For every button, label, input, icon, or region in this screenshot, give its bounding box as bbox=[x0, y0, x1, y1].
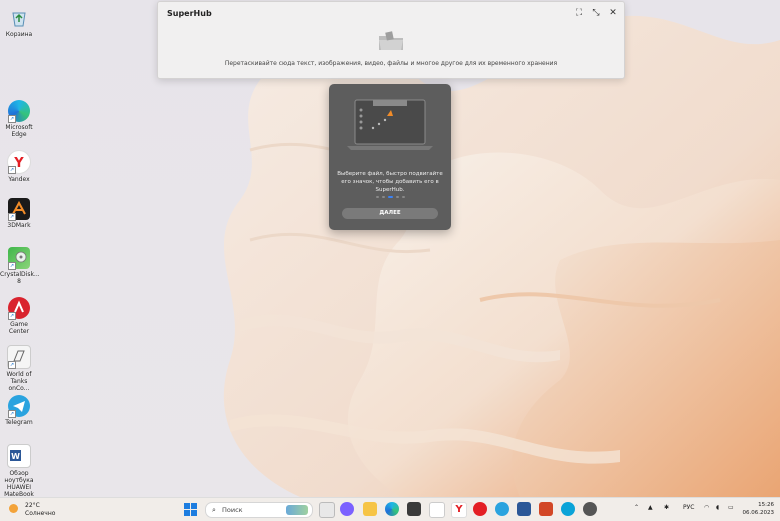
bluetooth-icon[interactable]: ✱ bbox=[664, 504, 669, 511]
desktop-icon-game-center[interactable]: ↗ Game Center bbox=[0, 297, 38, 335]
chart-app-icon[interactable] bbox=[429, 502, 445, 518]
desktop-icon-label: Yandex bbox=[8, 176, 30, 183]
desktop-icon-label: 3DMark bbox=[7, 222, 31, 229]
shortcut-arrow-icon: ↗ bbox=[8, 115, 16, 123]
weather-temp: 22°C bbox=[25, 502, 40, 509]
volume-icon[interactable]: ◖ bbox=[716, 504, 719, 511]
superhub-window[interactable]: SuperHub ⛶ ⤡ ✕ Перетаскивайте сюда текст… bbox=[157, 1, 625, 79]
clock-date: 06.06.2023 bbox=[742, 510, 775, 516]
skype-icon[interactable] bbox=[561, 502, 575, 516]
wot-icon: ↗ bbox=[7, 345, 31, 369]
desktop-icon-label: Корзина bbox=[5, 31, 33, 38]
task-view-icon[interactable] bbox=[319, 502, 335, 518]
collapse-button[interactable]: ⤡ bbox=[590, 7, 602, 19]
laptop-illustration-icon bbox=[345, 96, 435, 156]
file-explorer-icon[interactable] bbox=[363, 502, 377, 516]
battery-icon[interactable]: ▭ bbox=[728, 504, 734, 511]
onboarding-text: Выберите файл, быстро подвигайте его зна… bbox=[337, 171, 443, 193]
word-taskbar-icon[interactable] bbox=[517, 502, 531, 516]
page-dot bbox=[395, 196, 399, 198]
word-doc-icon: W bbox=[7, 444, 31, 468]
language-indicator[interactable]: РУС bbox=[683, 504, 694, 511]
store-icon[interactable] bbox=[407, 502, 421, 516]
wifi-icon[interactable]: ◠ bbox=[704, 504, 709, 511]
page-dot-active bbox=[387, 196, 393, 198]
desktop-icon-wot[interactable]: ↗ World of Tanks onCo... bbox=[0, 345, 38, 392]
collapse-icon: ⤡ bbox=[592, 8, 600, 18]
start-button[interactable] bbox=[184, 503, 197, 516]
page-dot bbox=[401, 196, 405, 198]
recycle-bin-icon bbox=[8, 7, 30, 29]
desktop-icon-telegram[interactable]: ↗ Telegram bbox=[0, 395, 38, 426]
clock-time: 15:26 bbox=[758, 502, 774, 508]
desktop-icon-3dmark[interactable]: ↗ 3DMark bbox=[0, 198, 38, 229]
superhub-title: SuperHub bbox=[167, 9, 212, 18]
powerpoint-icon[interactable] bbox=[539, 502, 553, 516]
taskbar-search[interactable]: ⌕ Поиск bbox=[205, 502, 313, 518]
sun-icon bbox=[9, 504, 18, 513]
desktop-icon-recycle-bin[interactable]: Корзина bbox=[0, 7, 38, 38]
yandex-browser-icon: Y ↗ bbox=[7, 150, 31, 174]
svg-text:W: W bbox=[11, 452, 20, 461]
search-placeholder: Поиск bbox=[222, 506, 243, 514]
telegram-icon: ↗ bbox=[8, 395, 30, 418]
pagination-dots bbox=[329, 192, 451, 200]
close-icon: ✕ bbox=[609, 8, 617, 18]
folder-drop-icon bbox=[377, 30, 405, 52]
copilot-icon[interactable] bbox=[340, 502, 354, 516]
game-center-icon: ↗ bbox=[8, 297, 30, 320]
crystaldisk-icon: ↗ bbox=[8, 247, 30, 270]
fullscreen-icon: ⛶ bbox=[575, 8, 583, 18]
desktop-icon-yandex[interactable]: Y ↗ Yandex bbox=[0, 150, 38, 183]
telegram-taskbar-icon[interactable] bbox=[495, 502, 509, 516]
search-highlight-icon bbox=[286, 505, 308, 515]
clock[interactable]: 15:26 06.06.2023 bbox=[742, 501, 775, 517]
superhub-drop-hint: Перетаскивайте сюда текст, изображения, … bbox=[224, 60, 558, 67]
desktop-icon-label: Microsoft Edge bbox=[5, 124, 33, 138]
desktop-icon-label: World of Tanks onCo... bbox=[6, 371, 32, 392]
3dmark-icon: ↗ bbox=[8, 198, 30, 221]
next-button[interactable]: ДАЛЕЕ bbox=[342, 208, 438, 219]
show-hidden-icons[interactable]: ⌃ bbox=[634, 504, 639, 511]
desktop-icon-crystaldisk[interactable]: ↗ CrystalDisk... 8 bbox=[0, 247, 40, 285]
shortcut-arrow-icon: ↗ bbox=[8, 213, 16, 221]
fullscreen-button[interactable]: ⛶ bbox=[573, 7, 585, 19]
yandex-taskbar-icon[interactable]: Y bbox=[451, 502, 467, 518]
app-circle-icon[interactable] bbox=[583, 502, 597, 516]
desktop-icon-label: Telegram bbox=[5, 419, 33, 426]
shortcut-arrow-icon: ↗ bbox=[8, 262, 16, 270]
onboarding-popup: Выберите файл, быстро подвигайте его зна… bbox=[329, 84, 451, 230]
edge-taskbar-icon[interactable] bbox=[385, 502, 399, 516]
search-icon: ⌕ bbox=[212, 506, 216, 514]
desktop-icon-label: CrystalDisk... 8 bbox=[0, 271, 40, 285]
yandex-app-icon[interactable] bbox=[473, 502, 487, 516]
shortcut-arrow-icon: ↗ bbox=[8, 166, 16, 174]
shortcut-arrow-icon: ↗ bbox=[8, 312, 16, 320]
taskbar: 22°C Солнечно ⌕ Поиск Y ⌃ ▲ ✱ РУС ◠ ◖ ▭ … bbox=[0, 497, 780, 521]
desktop-icon-label: Game Center bbox=[8, 321, 30, 335]
page-dot bbox=[381, 196, 385, 198]
desktop-icon-edge[interactable]: ↗ Microsoft Edge bbox=[0, 100, 38, 138]
page-dot bbox=[375, 196, 379, 198]
close-button[interactable]: ✕ bbox=[607, 7, 619, 19]
network-icon[interactable]: ▲ bbox=[648, 504, 653, 511]
weather-desc: Солнечно bbox=[25, 510, 56, 517]
edge-icon: ↗ bbox=[8, 100, 30, 123]
shortcut-arrow-icon: ↗ bbox=[8, 410, 16, 418]
desktop-icon-word-doc[interactable]: W Обзор ноутбука HUAWEI MateBook D... bbox=[0, 444, 38, 505]
shortcut-arrow-icon: ↗ bbox=[8, 361, 16, 369]
